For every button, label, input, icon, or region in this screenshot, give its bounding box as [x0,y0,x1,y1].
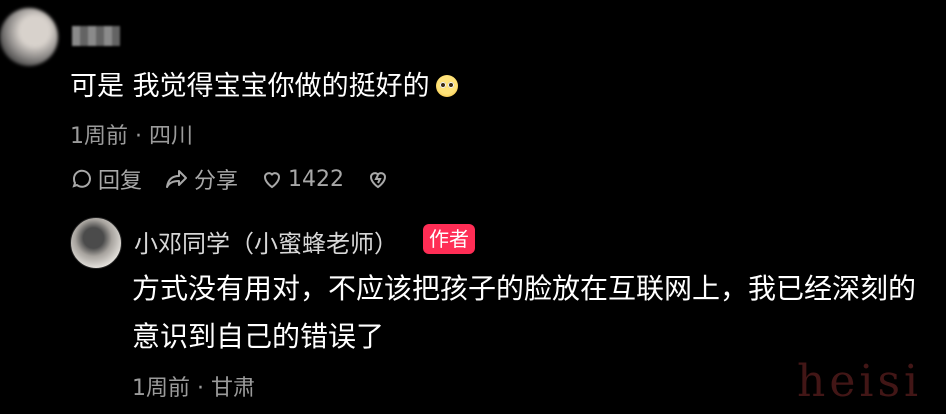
like-button[interactable]: 1422 [260,167,344,192]
dislike-button[interactable] [366,167,390,191]
heart-icon [260,167,284,191]
author-badge: 作者 [423,224,475,254]
reply-avatar[interactable] [70,217,122,269]
broken-heart-icon [366,167,390,191]
reply-button[interactable]: 回复 [70,163,142,195]
watermark: heisi [797,356,923,407]
comment-actions: 回复 分享 1422 [70,163,390,195]
commenter-username-blurred[interactable] [72,26,120,46]
comment-text: 可是 我觉得宝宝你做的挺好的 [70,69,458,105]
share-icon [164,167,190,191]
reply-meta: 1周前 · 甘肃 [132,376,255,401]
emoji-icon [435,75,458,97]
comment-icon [70,167,94,191]
comment-meta: 1周前 · 四川 [70,124,193,149]
share-label: 分享 [194,169,239,194]
comment-text-content: 可是 我觉得宝宝你做的挺好的 [70,71,430,102]
reply-label: 回复 [98,169,143,194]
reply-username[interactable]: 小邓同学（小蜜蜂老师） [134,224,398,259]
share-button[interactable]: 分享 [164,163,238,195]
commenter-avatar[interactable] [0,8,58,66]
like-count: 1422 [288,166,345,192]
reply-text: 方式没有用对，不应该把孩子的脸放在互联网上，我已经深刻的意识到自己的错误了 [132,272,917,353]
